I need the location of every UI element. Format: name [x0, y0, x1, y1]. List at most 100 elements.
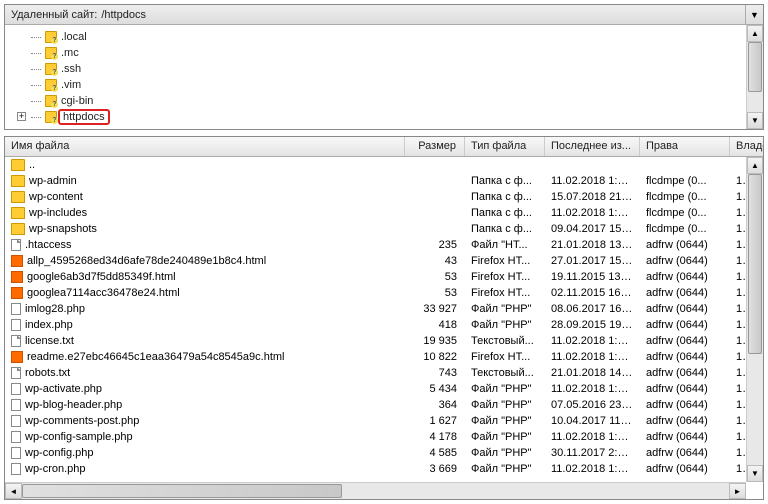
tree-item[interactable]: cgi-bin — [17, 93, 763, 109]
path-label: Удаленный сайт: — [11, 9, 97, 21]
header-type[interactable]: Тип файла — [465, 137, 545, 156]
header-perm[interactable]: Права — [640, 137, 730, 156]
file-row[interactable]: wp-cron.php3 669Файл "PHP"11.02.2018 1:2… — [5, 461, 763, 477]
file-name: wp-content — [29, 191, 83, 203]
file-row[interactable]: wp-config-sample.php4 178Файл "PHP"11.02… — [5, 429, 763, 445]
file-type: Файл "PHP" — [465, 303, 545, 315]
file-row[interactable]: index.php418Файл "PHP"28.09.2015 19:1...… — [5, 317, 763, 333]
file-size: 53 — [405, 287, 465, 299]
file-perm: flcdmpe (0... — [640, 175, 730, 187]
scroll-up-icon[interactable]: ▲ — [747, 157, 763, 174]
php-file-icon — [11, 303, 21, 315]
file-perm: adfrw (0644) — [640, 383, 730, 395]
file-perm: flcdmpe (0... — [640, 223, 730, 235]
file-row[interactable]: wp-blog-header.php364Файл "PHP"07.05.201… — [5, 397, 763, 413]
file-date: 09.04.2017 15:0... — [545, 223, 640, 235]
scroll-right-icon[interactable]: ► — [729, 483, 746, 499]
folder-icon — [45, 111, 57, 123]
header-owner[interactable]: Владелец/Г — [730, 137, 763, 156]
file-list-panel: Имя файла Размер Тип файла Последнее из.… — [4, 136, 764, 500]
scroll-thumb-h[interactable] — [22, 484, 342, 498]
file-row[interactable]: .. — [5, 157, 763, 173]
scroll-down-icon[interactable]: ▼ — [747, 112, 763, 129]
firefox-icon — [11, 351, 23, 363]
tree-item[interactable]: .local — [17, 29, 763, 45]
file-type: Файл "PHP" — [465, 399, 545, 411]
tree-item[interactable]: .mc — [17, 45, 763, 61]
tree-item[interactable]: .vim — [17, 77, 763, 93]
tree-scrollbar[interactable]: ▲ ▼ — [746, 25, 763, 129]
scroll-up-icon[interactable]: ▲ — [747, 25, 763, 42]
file-row[interactable]: wp-activate.php5 434Файл "PHP"11.02.2018… — [5, 381, 763, 397]
tree-item[interactable]: +httpdocs — [17, 109, 763, 125]
file-name: imlog28.php — [25, 303, 85, 315]
file-type: Firefox HT... — [465, 287, 545, 299]
file-name: .. — [29, 159, 35, 171]
file-size: 19 935 — [405, 335, 465, 347]
file-row[interactable]: wp-comments-post.php1 627Файл "PHP"10.04… — [5, 413, 763, 429]
file-type: Текстовый... — [465, 367, 545, 379]
file-date: 11.02.2018 1:21... — [545, 431, 640, 443]
file-date: 11.02.2018 1:21... — [545, 383, 640, 395]
file-row[interactable]: .htaccess235Файл "HT...21.01.2018 13:0..… — [5, 237, 763, 253]
file-type: Firefox HT... — [465, 255, 545, 267]
file-date: 11.02.2018 1:21... — [545, 175, 640, 187]
file-row[interactable]: google6ab3d7f5dd85349f.html53Firefox HT.… — [5, 269, 763, 285]
firefox-icon — [11, 255, 23, 267]
file-date: 10.04.2017 11:4... — [545, 415, 640, 427]
file-name: license.txt — [25, 335, 74, 347]
header-size[interactable]: Размер — [405, 137, 465, 156]
file-size: 235 — [405, 239, 465, 251]
file-type: Текстовый... — [465, 335, 545, 347]
tree-item-label: .vim — [61, 79, 81, 91]
path-value[interactable]: /httpdocs — [101, 9, 146, 21]
expander-icon[interactable]: + — [17, 112, 26, 121]
header-date[interactable]: Последнее из... — [545, 137, 640, 156]
file-name: wp-includes — [29, 207, 87, 219]
file-perm: adfrw (0644) — [640, 335, 730, 347]
file-perm: flcdmpe (0... — [640, 207, 730, 219]
file-row[interactable]: wp-contentПапка с ф...15.07.2018 21:4...… — [5, 189, 763, 205]
list-scrollbar-v[interactable]: ▲ ▼ — [746, 157, 763, 482]
tree-item-label: .local — [61, 31, 87, 43]
file-name: wp-admin — [29, 175, 77, 187]
file-row[interactable]: wp-includesПапка с ф...11.02.2018 1:21..… — [5, 205, 763, 221]
header-name[interactable]: Имя файла — [5, 137, 405, 156]
file-date: 27.01.2017 15:2... — [545, 255, 640, 267]
file-icon — [11, 367, 21, 379]
file-row[interactable]: license.txt19 935Текстовый...11.02.2018 … — [5, 333, 763, 349]
dropdown-icon[interactable]: ▼ — [745, 5, 763, 24]
remote-path-bar[interactable]: Удаленный сайт: /httpdocs ▼ — [5, 5, 763, 25]
file-row[interactable]: readme.e27ebc46645c1eaa36479a54c8545a9c.… — [5, 349, 763, 365]
file-name: google6ab3d7f5dd85349f.html — [27, 271, 176, 283]
file-row[interactable]: allp_4595268ed34d6afe78de240489e1b8c4.ht… — [5, 253, 763, 269]
php-file-icon — [11, 383, 21, 395]
file-row[interactable]: googlea7114acc36478e24.html53Firefox HT.… — [5, 285, 763, 301]
file-size: 43 — [405, 255, 465, 267]
scroll-thumb[interactable] — [748, 174, 762, 354]
file-size: 3 669 — [405, 463, 465, 475]
list-scrollbar-h[interactable]: ◄ ► — [5, 482, 746, 499]
folder-tree[interactable]: .local .mc.ssh .vim cgi-bin+httpdocs — [5, 25, 763, 129]
file-row[interactable]: wp-snapshotsПапка с ф...09.04.2017 15:0.… — [5, 221, 763, 237]
file-row[interactable]: wp-config.php4 585Файл "PHP"30.11.2017 2… — [5, 445, 763, 461]
scroll-down-icon[interactable]: ▼ — [747, 465, 763, 482]
file-size: 364 — [405, 399, 465, 411]
file-perm: adfrw (0644) — [640, 255, 730, 267]
file-row[interactable]: wp-adminПапка с ф...11.02.2018 1:21...fl… — [5, 173, 763, 189]
tree-item[interactable]: .ssh — [17, 61, 763, 77]
file-rows[interactable]: .. wp-adminПапка с ф...11.02.2018 1:21...… — [5, 157, 763, 482]
file-perm: adfrw (0644) — [640, 287, 730, 299]
file-row[interactable]: robots.txt743Текстовый...21.01.2018 14:2… — [5, 365, 763, 381]
file-size: 4 178 — [405, 431, 465, 443]
file-size: 10 822 — [405, 351, 465, 363]
file-type: Файл "HT... — [465, 239, 545, 251]
scroll-left-icon[interactable]: ◄ — [5, 483, 22, 499]
scroll-thumb[interactable] — [748, 42, 762, 92]
file-name: wp-config-sample.php — [25, 431, 133, 443]
file-row[interactable]: imlog28.php33 927Файл "PHP"08.06.2017 16… — [5, 301, 763, 317]
file-date: 21.01.2018 13:0... — [545, 239, 640, 251]
file-perm: adfrw (0644) — [640, 319, 730, 331]
file-date: 11.02.2018 1:21... — [545, 207, 640, 219]
php-file-icon — [11, 319, 21, 331]
